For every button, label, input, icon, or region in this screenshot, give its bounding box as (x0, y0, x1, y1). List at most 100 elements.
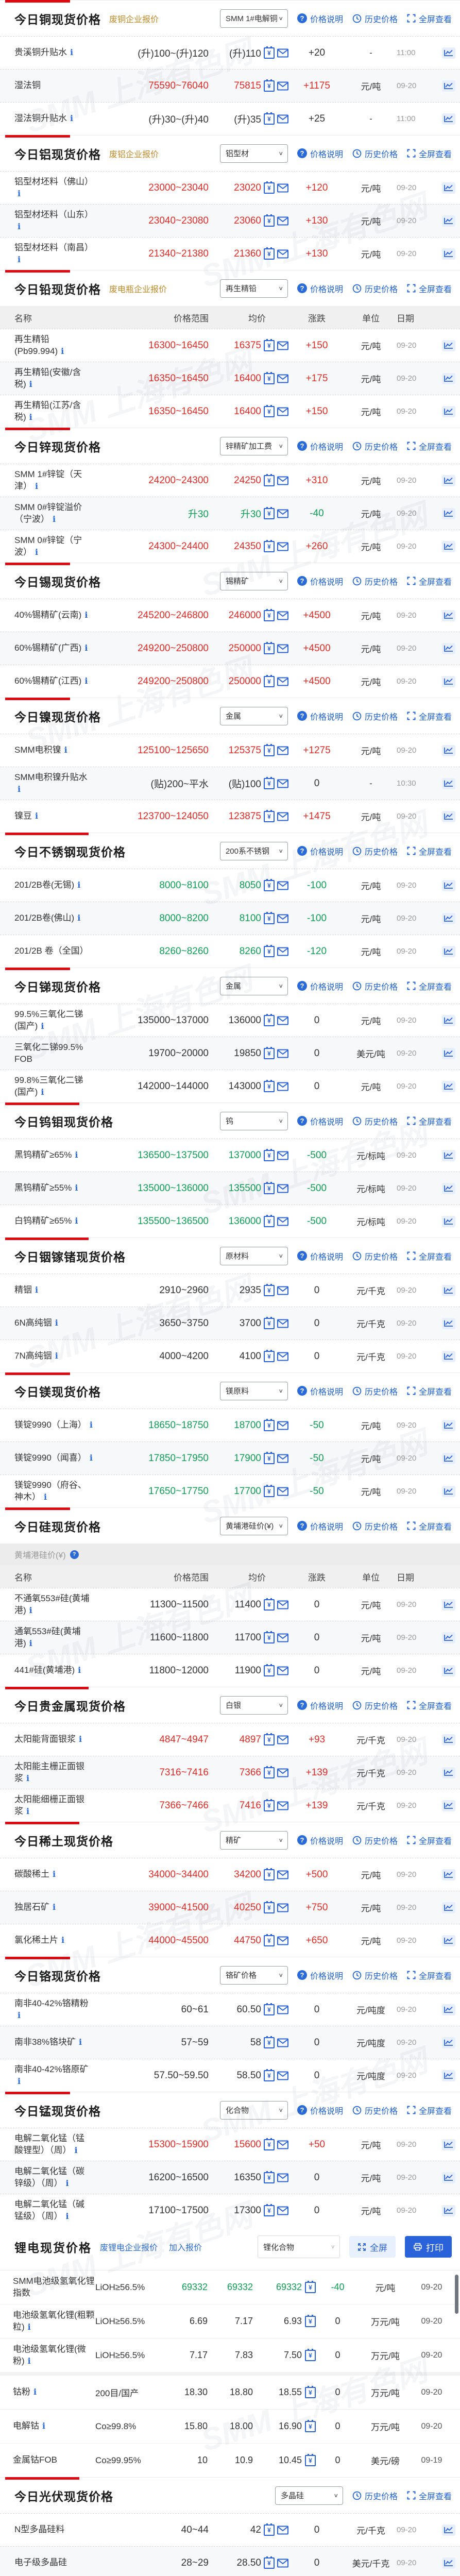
history-price-button[interactable]: 历史价格 (352, 710, 398, 722)
yen-quote-icon[interactable]: ¥ (264, 371, 275, 384)
info-icon[interactable]: i (70, 47, 73, 57)
trend-chart-icon[interactable] (441, 1632, 455, 1643)
fullscreen-button[interactable]: 全屏查看 (407, 1699, 452, 1711)
mail-icon[interactable] (277, 2206, 288, 2215)
product-dropdown[interactable]: 化合物 ∨ (219, 2100, 288, 2120)
product-dropdown[interactable]: 金属 ∨ (219, 976, 288, 995)
price-note-button[interactable]: ? 价格说明 (297, 147, 343, 160)
yen-quote-icon[interactable]: ¥ (264, 214, 275, 227)
info-icon[interactable]: i (75, 1183, 78, 1193)
trend-chart-icon[interactable] (441, 113, 455, 125)
product-dropdown[interactable]: 锂化合物 ∨ (258, 2235, 340, 2258)
trend-chart-icon[interactable] (441, 1014, 455, 1026)
trend-chart-icon[interactable] (441, 1215, 455, 1227)
product-dropdown[interactable]: 金属 ∨ (219, 706, 288, 725)
trend-chart-icon[interactable] (441, 2004, 455, 2015)
mail-icon[interactable] (277, 1600, 288, 1609)
price-note-button[interactable]: ? 价格说明 (297, 12, 343, 25)
mail-icon[interactable] (277, 1016, 288, 1025)
trend-chart-icon[interactable] (441, 340, 455, 351)
price-note-button[interactable]: ? 价格说明 (297, 710, 343, 722)
fullscreen-button[interactable]: 全屏查看 (407, 2104, 452, 2116)
mail-icon[interactable] (277, 2005, 288, 2014)
history-price-button[interactable]: 历史价格 (352, 2489, 398, 2502)
yen-quote-icon[interactable]: ¥ (264, 1934, 275, 1946)
mail-icon[interactable] (277, 1768, 288, 1777)
product-dropdown[interactable]: 锡精矿 ∨ (219, 571, 288, 590)
product-dropdown[interactable]: 白银 ∨ (219, 1696, 288, 1715)
product-dropdown[interactable]: 锌精矿加工费 ∨ (219, 436, 288, 455)
trend-chart-icon[interactable] (441, 777, 455, 789)
mail-icon[interactable] (277, 2071, 288, 2080)
price-note-button[interactable]: ? 价格说明 (297, 1520, 343, 1532)
fullscreen-button[interactable]: 全屏查看 (407, 575, 452, 587)
mail-icon[interactable] (277, 1903, 288, 1912)
trend-chart-icon[interactable] (441, 2524, 455, 2536)
mail-icon[interactable] (277, 677, 288, 686)
yen-quote-icon[interactable]: ¥ (305, 2348, 316, 2361)
trend-chart-icon[interactable] (441, 540, 455, 552)
trend-chart-icon[interactable] (441, 1317, 455, 1329)
mail-icon[interactable] (277, 509, 288, 518)
price-note-button[interactable]: ? 价格说明 (297, 282, 343, 295)
mail-icon[interactable] (277, 1184, 288, 1193)
yen-quote-icon[interactable]: ¥ (264, 1901, 275, 1913)
info-icon[interactable]: i (41, 1087, 44, 1097)
info-icon[interactable]: i (18, 2010, 21, 2020)
yen-quote-icon[interactable]: ¥ (264, 1316, 275, 1329)
trend-chart-icon[interactable] (441, 879, 455, 891)
mail-icon[interactable] (277, 1801, 288, 1810)
price-note-button[interactable]: ? 价格说明 (297, 1834, 343, 1846)
mail-icon[interactable] (277, 1082, 288, 1091)
yen-quote-icon[interactable]: ¥ (305, 2280, 316, 2293)
fullscreen-button[interactable]: 全屏查看 (407, 710, 452, 722)
info-icon[interactable]: i (75, 1150, 78, 1160)
yen-quote-icon[interactable]: ¥ (264, 776, 275, 789)
yen-quote-icon[interactable]: ¥ (264, 247, 275, 260)
mail-icon[interactable] (277, 81, 288, 91)
mail-icon[interactable] (277, 249, 288, 259)
trend-chart-icon[interactable] (441, 2139, 455, 2150)
info-icon[interactable]: i (66, 2178, 69, 2188)
history-price-button[interactable]: 历史价格 (352, 1969, 398, 1981)
price-note-button[interactable]: ? 价格说明 (297, 980, 343, 992)
yen-quote-icon[interactable]: ¥ (264, 1664, 275, 1676)
mail-icon[interactable] (277, 2038, 288, 2047)
join-quote-link[interactable]: 加入报价 (169, 2241, 202, 2253)
mail-icon[interactable] (277, 914, 288, 923)
trend-chart-icon[interactable] (441, 1599, 455, 1611)
fullscreen-button[interactable]: 全屏查看 (407, 12, 452, 25)
history-price-button[interactable]: 历史价格 (352, 147, 398, 160)
trend-chart-icon[interactable] (441, 2172, 455, 2183)
yen-quote-icon[interactable]: ¥ (264, 674, 275, 687)
trend-chart-icon[interactable] (441, 1767, 455, 1778)
mail-icon[interactable] (277, 1319, 288, 1328)
mail-icon[interactable] (277, 1049, 288, 1058)
info-icon[interactable]: i (79, 1734, 82, 1744)
trend-chart-icon[interactable] (441, 474, 455, 486)
trend-chart-icon[interactable] (441, 810, 455, 822)
yen-quote-icon[interactable]: ¥ (264, 46, 275, 59)
mail-icon[interactable] (277, 779, 288, 788)
info-icon[interactable]: i (18, 189, 21, 198)
trend-chart-icon[interactable] (441, 47, 455, 59)
trend-chart-icon[interactable] (441, 945, 455, 957)
info-icon[interactable]: i (29, 1605, 32, 1615)
info-icon[interactable]: i (78, 1665, 81, 1675)
info-icon[interactable]: i (77, 880, 80, 890)
mail-icon[interactable] (277, 1286, 288, 1295)
price-note-button[interactable]: ? 价格说明 (297, 1699, 343, 1711)
mail-icon[interactable] (277, 407, 288, 416)
mail-icon[interactable] (277, 611, 288, 620)
yen-quote-icon[interactable]: ¥ (264, 2556, 275, 2569)
yen-quote-icon[interactable]: ¥ (264, 1079, 275, 1092)
product-dropdown[interactable]: 原材料 ∨ (219, 1246, 288, 1265)
info-icon[interactable]: i (55, 1351, 58, 1361)
info-icon[interactable]: i (90, 1420, 93, 1430)
yen-quote-icon[interactable]: ¥ (264, 809, 275, 822)
history-price-button[interactable]: 历史价格 (352, 845, 398, 857)
product-dropdown[interactable]: 黄埔港硅价(¥) ∨ (219, 1516, 288, 1535)
price-note-button[interactable]: ? 价格说明 (297, 2104, 343, 2116)
trend-chart-icon[interactable] (441, 1350, 455, 1362)
yen-quote-icon[interactable]: ¥ (264, 1484, 275, 1497)
